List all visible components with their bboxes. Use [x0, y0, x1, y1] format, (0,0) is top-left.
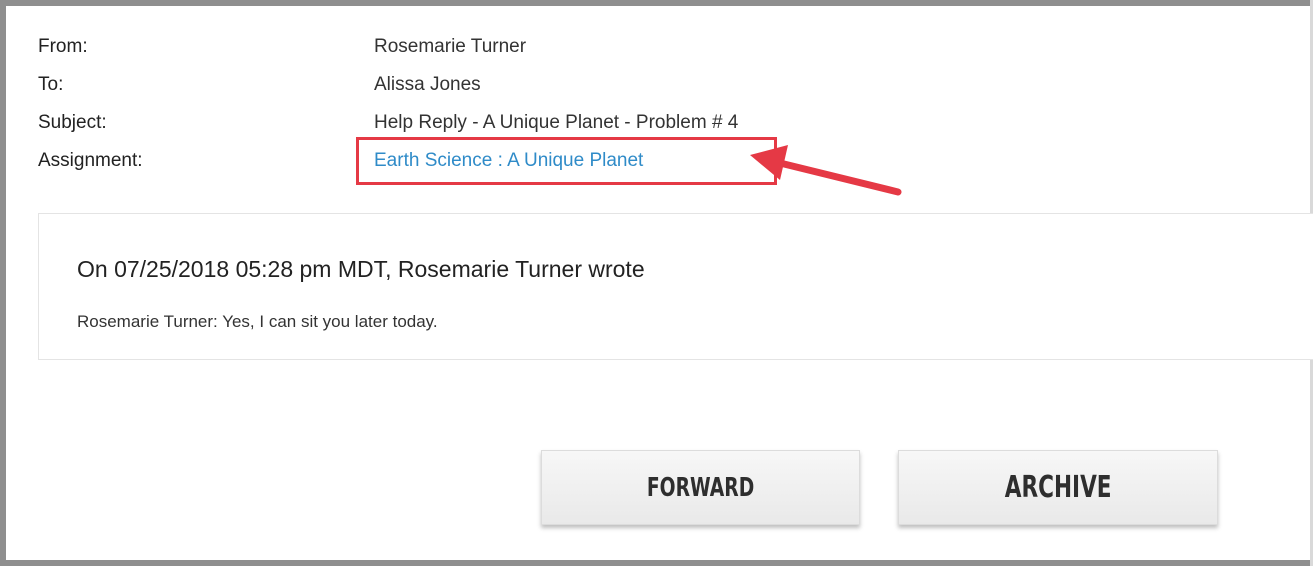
- to-row: To: Alissa Jones: [38, 66, 738, 104]
- assignment-label: Assignment:: [38, 150, 143, 171]
- subject-label: Subject:: [38, 112, 107, 133]
- subject-value: Help Reply - A Unique Planet - Problem #…: [374, 112, 739, 133]
- from-value: Rosemarie Turner: [374, 36, 527, 57]
- to-label: To:: [38, 74, 64, 95]
- arrow-left-icon: [750, 145, 902, 196]
- forward-button[interactable]: FORWARD: [541, 450, 860, 525]
- from-row: From: Rosemarie Turner: [38, 28, 738, 66]
- archive-button-label: ARCHIVE: [1004, 470, 1112, 505]
- assignment-highlight-box: [356, 137, 777, 185]
- forward-button-label: FORWARD: [646, 472, 755, 503]
- message-body-box: On 07/25/2018 05:28 pm MDT, Rosemarie Tu…: [38, 213, 1313, 360]
- message-quote-header: On 07/25/2018 05:28 pm MDT, Rosemarie Tu…: [77, 256, 645, 282]
- from-label: From:: [38, 36, 88, 57]
- archive-button[interactable]: ARCHIVE: [898, 450, 1218, 525]
- to-value: Alissa Jones: [374, 74, 481, 95]
- message-text: Rosemarie Turner: Yes, I can sit you lat…: [77, 312, 438, 331]
